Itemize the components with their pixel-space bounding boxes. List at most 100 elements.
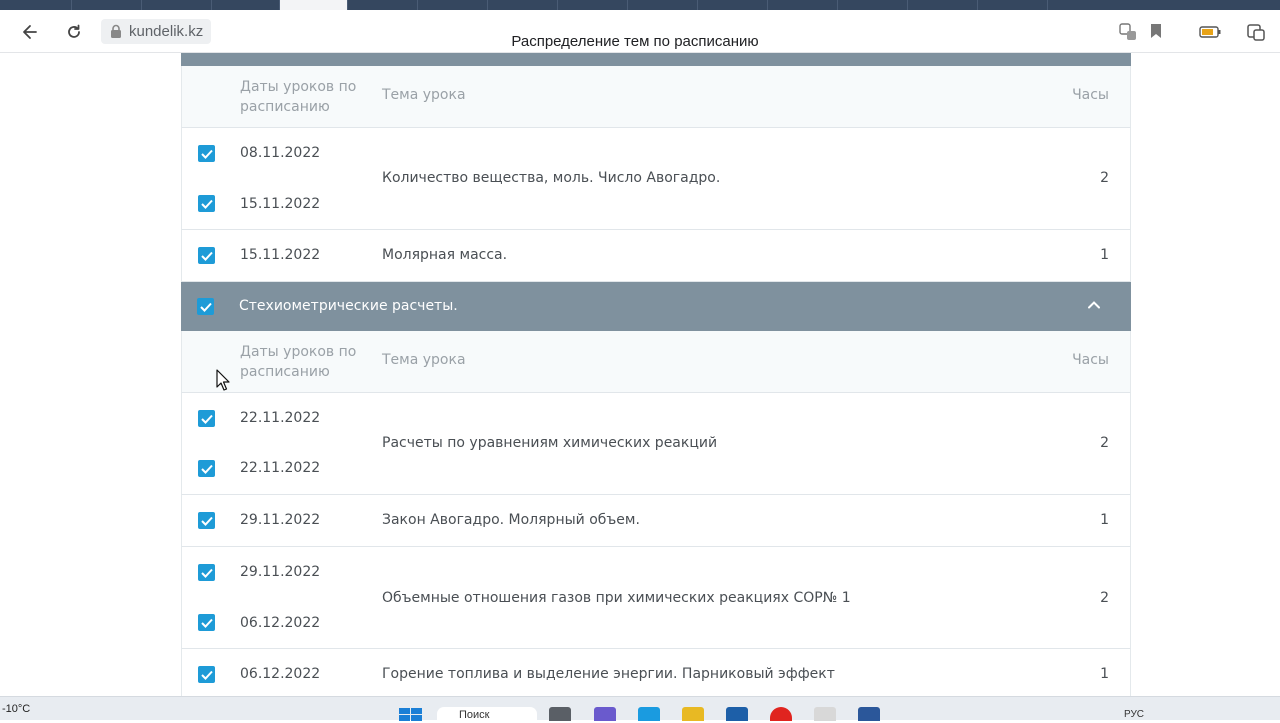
lesson-hours: 1 <box>1100 512 1109 528</box>
table-header: Даты уроков по расписанию Тема урока Час… <box>181 331 1131 393</box>
task-view-icon[interactable] <box>549 707 571 721</box>
app-icon[interactable] <box>814 707 836 721</box>
lesson-checkbox[interactable] <box>198 512 215 529</box>
lesson-topic: Горение топлива и выделение энергии. Пар… <box>382 666 835 682</box>
arrow-left-icon <box>23 25 37 39</box>
check-icon <box>200 516 213 526</box>
lesson-date: 06.12.2022 <box>240 615 321 631</box>
lesson-date: 15.11.2022 <box>240 196 321 212</box>
bookmark-icon[interactable] <box>1150 23 1162 39</box>
back-button[interactable] <box>18 20 42 44</box>
os-taskbar: -10°C Поиск РУС <box>0 696 1280 721</box>
reload-button[interactable] <box>62 20 86 44</box>
check-icon <box>200 414 213 424</box>
weather-widget[interactable]: -10°C <box>2 703 30 715</box>
browser-tab[interactable] <box>978 0 1048 10</box>
chevron-up-icon[interactable] <box>1087 298 1101 312</box>
address-bar[interactable]: kundelik.kz <box>101 19 212 44</box>
browser-tab[interactable] <box>72 0 142 10</box>
browser-tab[interactable] <box>488 0 558 10</box>
lesson-checkbox[interactable] <box>198 614 215 631</box>
col-topic-header: Тема урока <box>382 87 466 103</box>
taskbar-search[interactable]: Поиск <box>437 707 537 721</box>
check-icon <box>200 251 213 261</box>
lesson-topic: Расчеты по уравнениям химических реакций <box>382 435 718 451</box>
lesson-hours: 2 <box>1100 590 1109 606</box>
table-row: 06.12.2022 Горение топлива и выделение э… <box>181 649 1131 696</box>
lock-icon <box>111 24 121 38</box>
lesson-hours: 2 <box>1100 170 1109 186</box>
lesson-hours: 1 <box>1100 666 1109 682</box>
lesson-date: 29.11.2022 <box>240 512 321 528</box>
browser-tab[interactable] <box>908 0 978 10</box>
lesson-topic: Объемные отношения газов при химических … <box>382 590 851 606</box>
lesson-topic: Закон Авогадро. Молярный объем. <box>382 512 640 528</box>
browser-tab[interactable] <box>698 0 768 10</box>
table-row: 29.11.2022 Закон Авогадро. Молярный объе… <box>181 495 1131 547</box>
file-explorer-icon[interactable] <box>682 707 704 721</box>
browser-toolbar: kundelik.kz Распределение тем по расписа… <box>0 10 1280 53</box>
teams-icon[interactable] <box>594 707 616 721</box>
lesson-topic: Количество вещества, моль. Число Авогадр… <box>382 170 721 186</box>
lesson-date: 29.11.2022 <box>240 564 321 580</box>
lesson-checkbox[interactable] <box>198 564 215 581</box>
battery-icon[interactable] <box>1199 26 1221 38</box>
col-dates-header: Даты уроков по расписанию <box>240 344 357 380</box>
url-text: kundelik.kz <box>129 23 204 40</box>
opera-icon[interactable] <box>770 707 792 721</box>
browser-tab-strip <box>0 0 1280 10</box>
browser-tab[interactable] <box>212 0 280 10</box>
lesson-date: 15.11.2022 <box>240 247 321 263</box>
browser-tab[interactable] <box>142 0 212 10</box>
page-content: Даты уроков по расписанию Тема урока Час… <box>0 53 1280 696</box>
translate-icon[interactable] <box>1118 22 1138 42</box>
lesson-checkbox[interactable] <box>198 195 215 212</box>
lesson-checkbox[interactable] <box>198 247 215 264</box>
section-header[interactable]: Стехиометрические расчеты. <box>181 282 1131 331</box>
check-icon <box>200 568 213 578</box>
table-row: 08.11.2022 15.11.2022 Количество веществ… <box>181 128 1131 230</box>
lesson-date: 22.11.2022 <box>240 410 321 426</box>
lesson-date: 08.11.2022 <box>240 145 321 161</box>
check-icon <box>200 464 213 474</box>
section-header <box>181 53 1131 66</box>
windows-start-icon[interactable] <box>399 708 423 721</box>
check-icon <box>200 199 213 209</box>
lesson-hours: 2 <box>1100 435 1109 451</box>
browser-tab-active[interactable] <box>280 0 348 10</box>
col-hours-header: Часы <box>1072 352 1109 368</box>
mouse-cursor-icon <box>216 369 230 391</box>
lesson-checkbox[interactable] <box>198 460 215 477</box>
browser-tab[interactable] <box>0 0 72 10</box>
browser-tab[interactable] <box>418 0 488 10</box>
browser-tab[interactable] <box>628 0 698 10</box>
browser-tab[interactable] <box>838 0 908 10</box>
word-icon[interactable] <box>858 707 880 721</box>
check-icon <box>200 149 213 159</box>
lesson-date: 22.11.2022 <box>240 460 321 476</box>
taskbar-search-label: Поиск <box>459 709 490 721</box>
table-row: 22.11.2022 22.11.2022 Расчеты по уравнен… <box>181 393 1131 495</box>
check-icon <box>200 670 213 680</box>
browser-tab[interactable] <box>558 0 628 10</box>
section-title: Стехиометрические расчеты. <box>239 298 458 314</box>
lesson-checkbox[interactable] <box>198 666 215 683</box>
col-topic-header: Тема урока <box>382 352 466 368</box>
mail-icon[interactable] <box>726 707 748 721</box>
table-row: 15.11.2022 Молярная масса. 1 <box>181 230 1131 282</box>
browser-tab[interactable] <box>768 0 838 10</box>
table-header: Даты уроков по расписанию Тема урока Час… <box>181 66 1131 128</box>
language-indicator[interactable]: РУС <box>1124 709 1144 720</box>
lesson-date: 06.12.2022 <box>240 666 321 682</box>
lesson-checkbox[interactable] <box>198 410 215 427</box>
lesson-checkbox[interactable] <box>198 145 215 162</box>
lesson-hours: 1 <box>1100 247 1109 263</box>
section-checkbox[interactable] <box>197 298 214 315</box>
col-dates-header: Даты уроков по расписанию <box>240 79 357 115</box>
check-icon <box>200 618 213 628</box>
edge-icon[interactable] <box>638 707 660 721</box>
check-icon <box>199 302 212 312</box>
extensions-icon[interactable] <box>1246 22 1266 42</box>
browser-tab[interactable] <box>348 0 418 10</box>
table-row: 29.11.2022 06.12.2022 Объемные отношения… <box>181 547 1131 649</box>
